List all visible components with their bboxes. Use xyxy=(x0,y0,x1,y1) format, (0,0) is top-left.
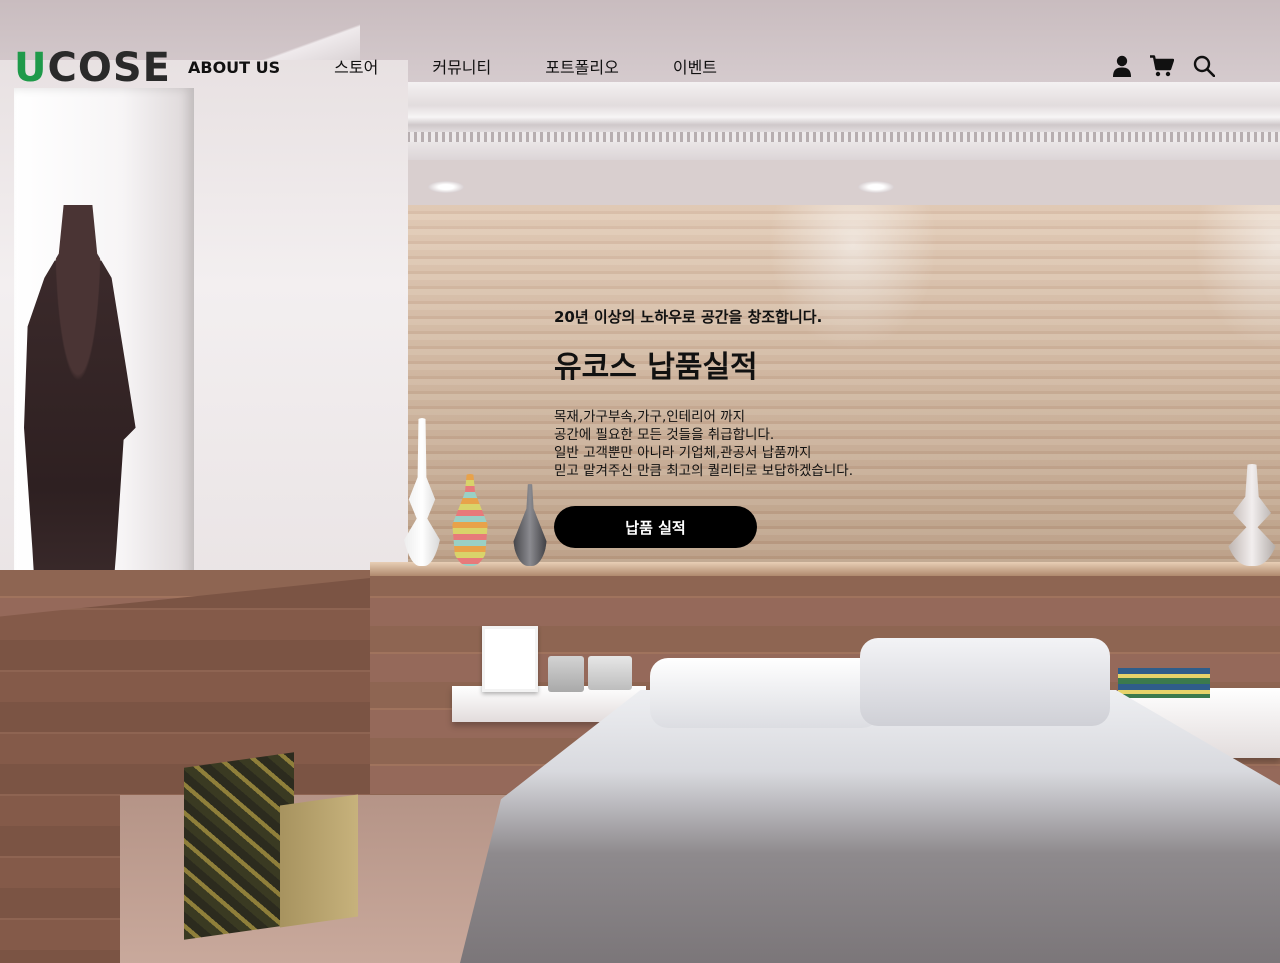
nav-item-store[interactable]: 스토어 xyxy=(334,58,378,80)
logo-text: COSE xyxy=(47,45,171,91)
main-nav: ABOUT US 스토어 커뮤니티 포트폴리오 이벤트 xyxy=(188,58,717,80)
hero-description-line: 믿고 맡겨주신 만큼 최고의 퀄리티로 보답하겠습니다. xyxy=(554,463,853,479)
header-icons xyxy=(1108,52,1218,80)
hero-eyebrow: 20년 이상의 노하우로 공간을 창조합니다. xyxy=(554,308,823,326)
ceiling-spotlight xyxy=(428,181,464,193)
nav-item-event[interactable]: 이벤트 xyxy=(673,58,717,80)
shopping-bag xyxy=(184,752,294,940)
shopping-bag xyxy=(280,794,358,928)
wall-shelf xyxy=(370,562,1280,576)
portrait-frame xyxy=(482,626,538,692)
nav-item-about-us[interactable]: ABOUT US xyxy=(188,58,280,80)
hero-description-line: 공간에 필요한 모든 것들을 취급합니다. xyxy=(554,427,775,443)
hero-headline: 유코스 납품실적 xyxy=(554,350,758,385)
logo-initial: U xyxy=(14,45,48,91)
brand-logo[interactable]: UCOSE xyxy=(14,48,171,88)
hero-description-line: 일반 고객뿐만 아니라 기업체,관공서 납품까지 xyxy=(554,445,812,461)
hero-description: 목재,가구부속,가구,인테리어 까지 공간에 필요한 모든 것들을 취급합니다.… xyxy=(554,408,974,480)
user-icon[interactable] xyxy=(1108,52,1136,80)
molding-detail xyxy=(330,132,1280,142)
search-icon[interactable] xyxy=(1190,52,1218,80)
book-stack xyxy=(1118,668,1210,698)
hero-background-image xyxy=(0,0,1280,963)
hero-description-line: 목재,가구부속,가구,인테리어 까지 xyxy=(554,409,746,425)
delivery-record-button[interactable]: 납품 실적 xyxy=(554,506,757,548)
clock-object xyxy=(588,656,632,690)
site-header: UCOSE ABOUT US 스토어 커뮤니티 포트폴리오 이벤트 xyxy=(0,40,1280,96)
cart-icon[interactable] xyxy=(1148,52,1176,80)
ceiling-spotlight xyxy=(858,181,894,193)
pillow xyxy=(860,638,1110,726)
hero-copy: 20년 이상의 노하우로 공간을 창조합니다. 유코스 납품실적 목재,가구부속… xyxy=(554,306,974,480)
nav-item-community[interactable]: 커뮤니티 xyxy=(432,58,491,80)
speaker-object xyxy=(548,656,584,692)
nav-item-portfolio[interactable]: 포트폴리오 xyxy=(545,58,619,80)
pillow xyxy=(650,658,880,728)
